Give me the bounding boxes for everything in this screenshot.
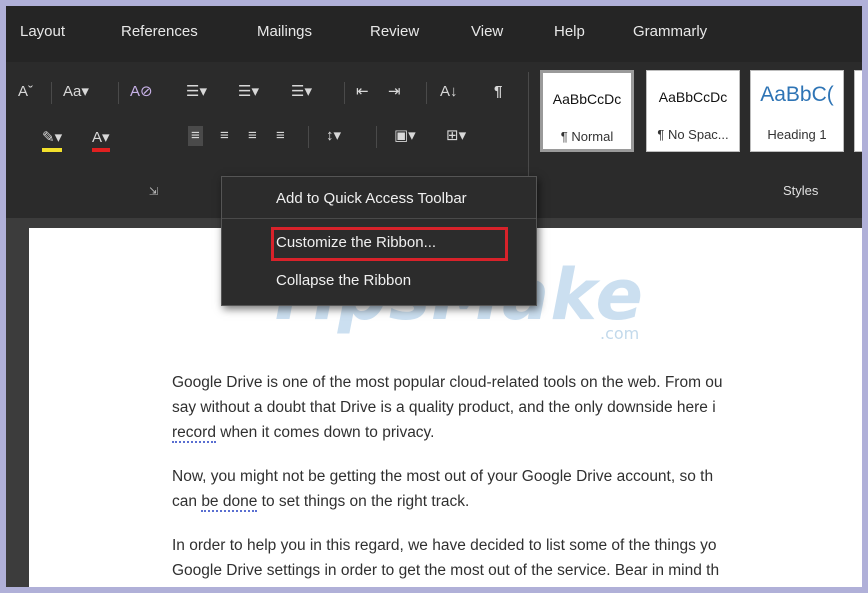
ribbon-group-divider bbox=[528, 72, 529, 180]
paragraph-dialog-launcher-icon[interactable]: ⇲ bbox=[149, 182, 158, 202]
shrink-font-icon[interactable]: Aˇ bbox=[18, 82, 33, 102]
tab-grammarly[interactable]: Grammarly bbox=[633, 23, 707, 40]
increase-indent-icon[interactable]: ⇥ bbox=[388, 82, 401, 102]
word-window: Layout References Mailings Review View H… bbox=[6, 6, 862, 587]
menu-item-label: Collapse the Ribbon bbox=[276, 272, 412, 289]
menu-item-label: Customize the Ribbon... bbox=[276, 234, 437, 251]
paragraph-2-line-2: can be done to set things on the right t… bbox=[172, 489, 469, 514]
show-formatting-marks-icon[interactable]: ¶ bbox=[494, 82, 502, 102]
align-left-icon[interactable]: ≡ bbox=[188, 126, 203, 146]
ribbon-tab-bar: Layout References Mailings Review View H… bbox=[6, 6, 862, 62]
clear-formatting-icon[interactable]: A⊘ bbox=[130, 82, 153, 102]
tab-layout[interactable]: Layout bbox=[20, 23, 65, 40]
menu-item-customize-ribbon[interactable]: Customize the Ribbon... bbox=[222, 225, 536, 261]
menu-item-label: Add to Quick Access Toolbar bbox=[276, 190, 467, 207]
tab-references[interactable]: References bbox=[121, 23, 198, 40]
menu-separator bbox=[222, 218, 536, 219]
style-sample-text: AaBbC( bbox=[760, 83, 834, 106]
style-name-label: ¶ Normal bbox=[560, 129, 614, 144]
align-center-icon[interactable]: ≡ bbox=[220, 126, 229, 146]
text-run: to set things on the right track. bbox=[257, 493, 470, 510]
style-no-spacing-tile[interactable]: AaBbCcDc ¶ No Spac... bbox=[646, 70, 740, 152]
shading-icon[interactable]: ▣▾ bbox=[394, 126, 416, 146]
menu-item-add-to-quick-access[interactable]: Add to Quick Access Toolbar bbox=[222, 181, 536, 217]
text-run: can bbox=[172, 493, 202, 510]
ribbon-separator bbox=[51, 82, 52, 104]
style-sample-text: AaBbCcDc bbox=[658, 89, 728, 105]
ribbon-home-panel: Aˇ Aa▾ A⊘ ☰▾ ☰▾ ☰▾ ⇤ ⇥ A↓ ¶ ✎▾ A▾ ≡ ≡ ≡ … bbox=[6, 62, 862, 188]
style-heading-1-tile[interactable]: AaBbC( Heading 1 bbox=[750, 70, 844, 152]
ribbon-separator bbox=[426, 82, 427, 104]
align-right-icon[interactable]: ≡ bbox=[248, 126, 257, 146]
watermark-suffix: .com bbox=[600, 324, 640, 343]
text-highlight-icon[interactable]: ✎▾ bbox=[42, 128, 63, 152]
paragraph-2-line-1: Now, you might not be getting the most o… bbox=[172, 468, 714, 485]
justify-icon[interactable]: ≡ bbox=[276, 126, 285, 146]
style-name-label: Heading 1 bbox=[767, 127, 827, 142]
paragraph-1-line-3: record when it comes down to privacy. bbox=[172, 420, 434, 445]
style-normal-tile[interactable]: AaBbCcDc ¶ Normal bbox=[540, 70, 634, 152]
bullets-icon[interactable]: ☰▾ bbox=[186, 82, 207, 102]
paragraph-1-line-2: say without a doubt that Drive is a qual… bbox=[172, 399, 716, 416]
change-case-icon[interactable]: Aa▾ bbox=[63, 82, 89, 102]
font-color-icon[interactable]: A▾ bbox=[92, 128, 110, 152]
style-next-tile[interactable] bbox=[854, 70, 862, 152]
styles-group-label: Styles bbox=[783, 183, 819, 198]
ribbon-separator bbox=[308, 126, 309, 148]
paragraph-1-line-1: Google Drive is one of the most popular … bbox=[172, 374, 723, 391]
borders-icon[interactable]: ⊞▾ bbox=[446, 126, 466, 146]
text-run: when it comes down to privacy. bbox=[215, 424, 435, 441]
paragraph-3-line-1: In order to help you in this regard, we … bbox=[172, 537, 717, 554]
sort-icon[interactable]: A↓ bbox=[440, 82, 458, 102]
grammar-flag-phrase[interactable]: be done bbox=[201, 493, 258, 512]
paragraph-3-line-2: Google Drive settings in order to get th… bbox=[172, 562, 720, 579]
line-spacing-icon[interactable]: ↕▾ bbox=[326, 126, 341, 146]
tab-view[interactable]: View bbox=[471, 23, 503, 40]
menu-item-collapse-ribbon[interactable]: Collapse the Ribbon bbox=[222, 263, 536, 299]
numbering-icon[interactable]: ☰▾ bbox=[238, 82, 259, 102]
tab-help[interactable]: Help bbox=[554, 23, 585, 40]
tab-review[interactable]: Review bbox=[370, 23, 419, 40]
multilevel-list-icon[interactable]: ☰▾ bbox=[291, 82, 312, 102]
ribbon-separator bbox=[344, 82, 345, 104]
decrease-indent-icon[interactable]: ⇤ bbox=[356, 82, 369, 102]
style-name-label: ¶ No Spac... bbox=[657, 127, 729, 142]
style-sample-text: AaBbCcDc bbox=[552, 91, 622, 107]
ribbon-separator bbox=[118, 82, 119, 104]
tab-mailings[interactable]: Mailings bbox=[257, 23, 312, 40]
grammar-flag-word[interactable]: record bbox=[172, 424, 216, 443]
ribbon-separator bbox=[376, 126, 377, 148]
ribbon-context-menu: Add to Quick Access Toolbar Customize th… bbox=[221, 176, 537, 306]
